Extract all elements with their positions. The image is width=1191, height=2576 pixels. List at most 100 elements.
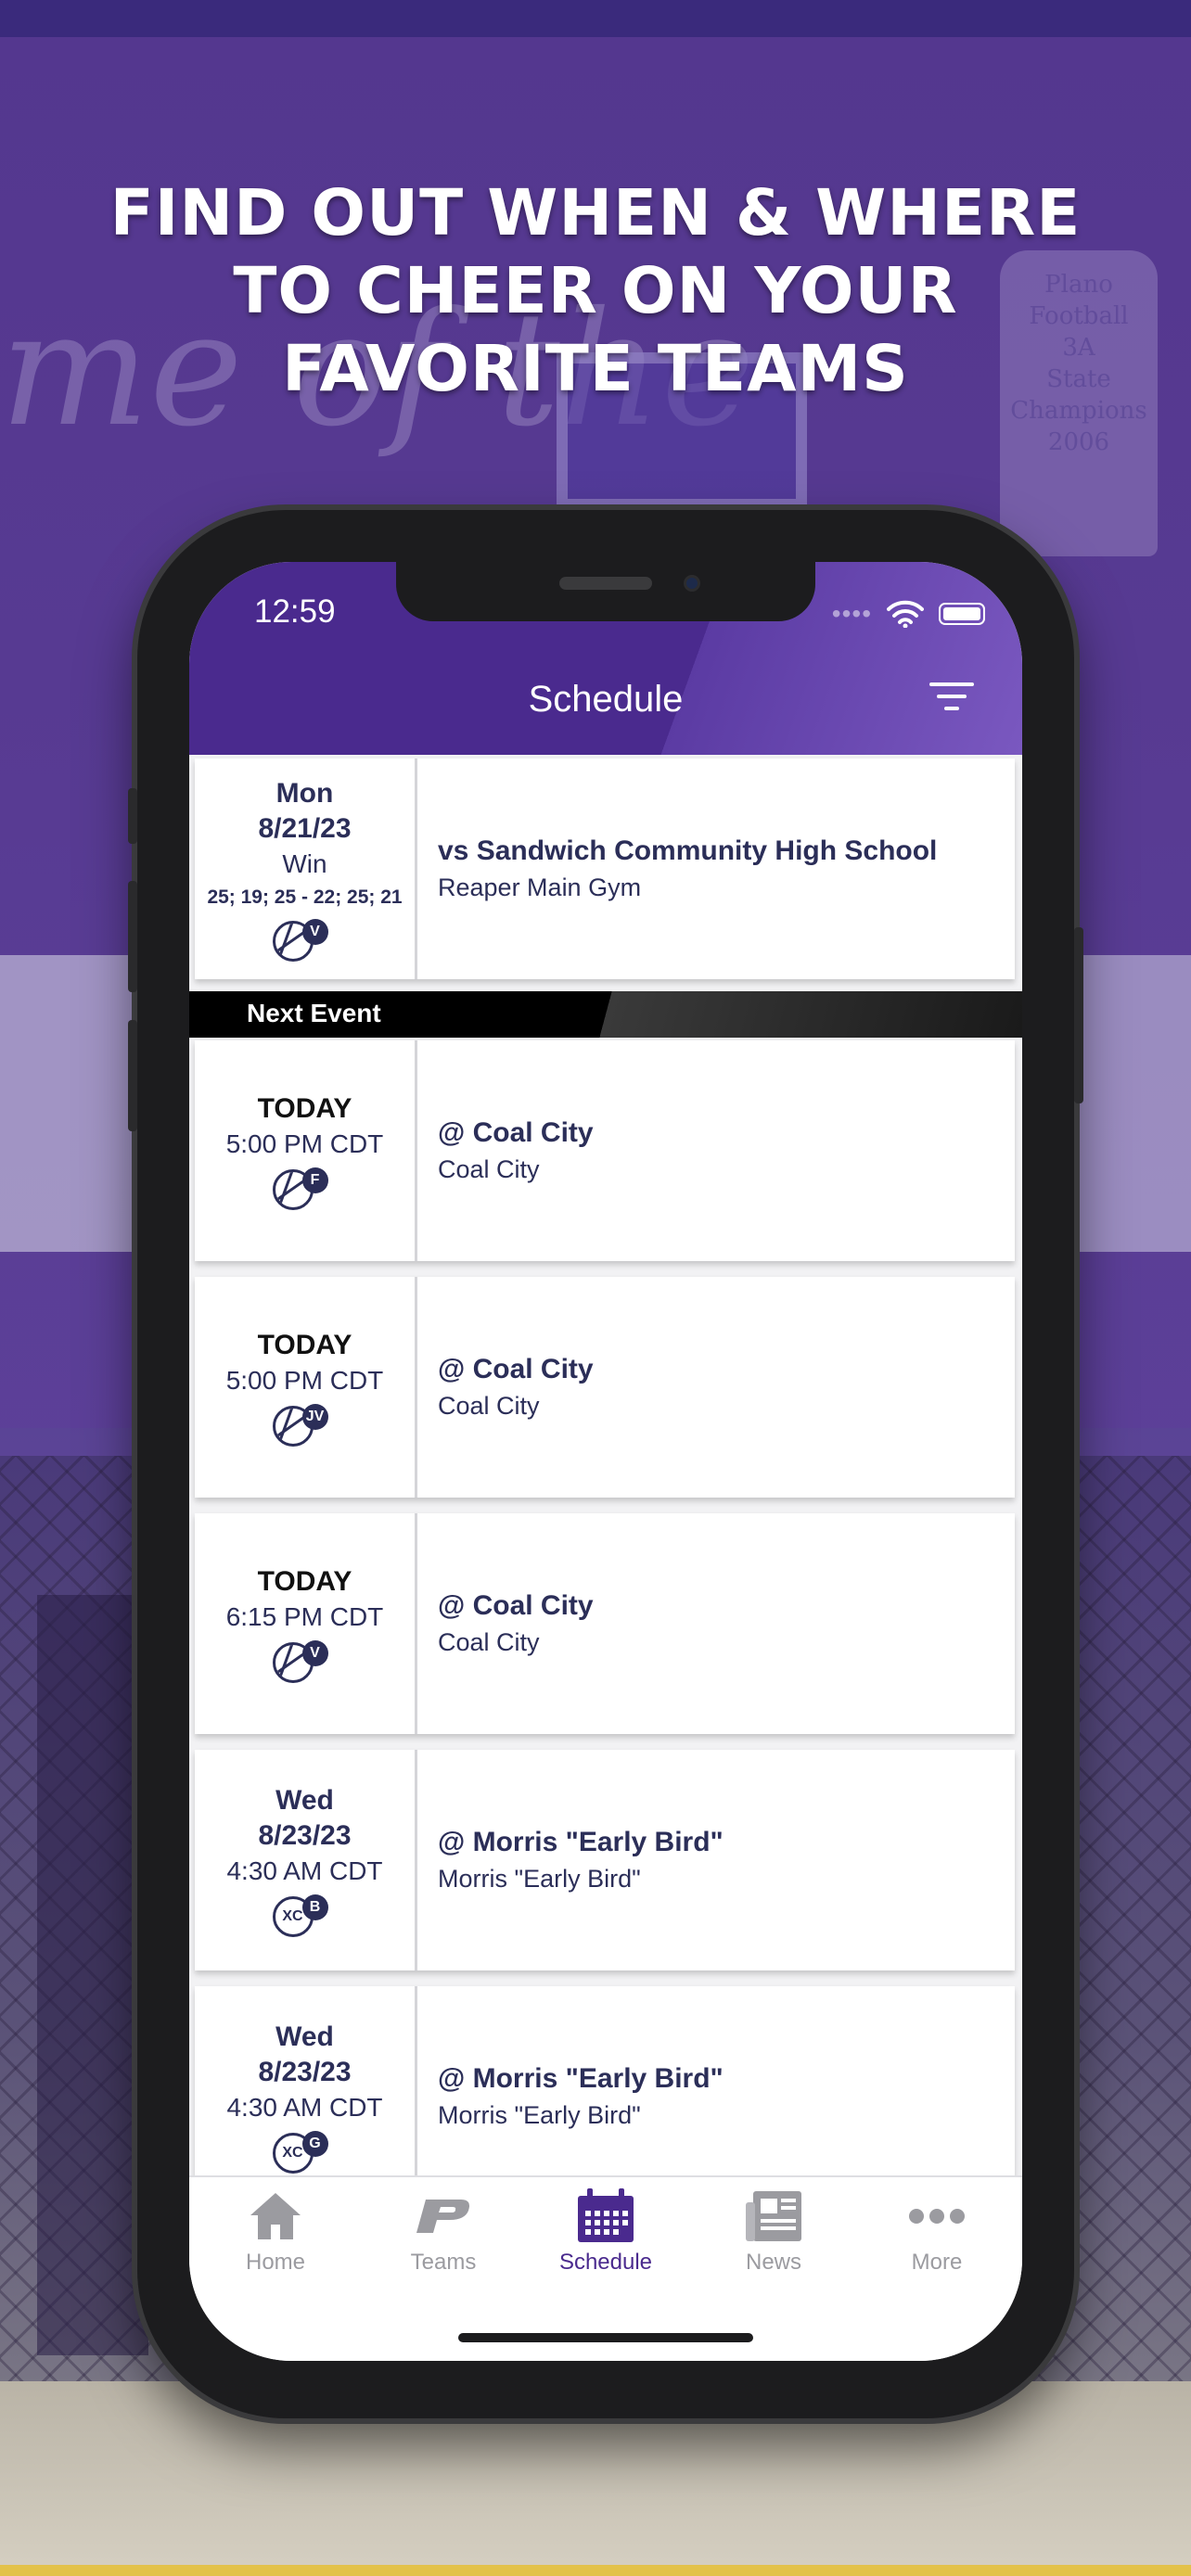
earpiece-speaker <box>559 577 652 590</box>
status-time: 12:59 <box>254 593 336 630</box>
event-title: @ Coal City <box>438 1590 594 1621</box>
event-day: Mon <box>275 778 334 809</box>
level-badge: V <box>301 1640 328 1666</box>
event-day: TODAY <box>257 1566 352 1597</box>
phone-silent-switch <box>128 788 137 844</box>
event-title: @ Morris "Early Bird" <box>438 1827 724 1857</box>
event-card[interactable]: Mon 8/21/23 Win 25; 19; 25 - 22; 25; 21 … <box>195 759 1015 979</box>
next-event-bar: Next Event <box>189 991 1022 1038</box>
signal-dots-icon: •••• <box>831 599 872 628</box>
event-card[interactable]: Wed 8/23/23 4:30 AM CDT XC B @ Morris "E… <box>195 1750 1015 1970</box>
event-title: @ Morris "Early Bird" <box>438 2063 724 2094</box>
event-score: 25; 19; 25 - 22; 25; 21 <box>207 886 403 908</box>
tab-teams[interactable]: Teams <box>374 2188 513 2276</box>
event-date-column: TODAY 5:00 PM CDT F <box>195 1040 417 1261</box>
event-card[interactable]: TODAY 5:00 PM CDT F @ Coal City Coal Cit… <box>195 1040 1015 1261</box>
tab-bar: Home Teams Schedule News More <box>189 2175 1022 2361</box>
event-time: 4:30 AM CDT <box>226 2093 383 2122</box>
event-info: @ Coal City Coal City <box>417 1277 1015 1498</box>
schedule-list[interactable]: Mon 8/21/23 Win 25; 19; 25 - 22; 25; 21 … <box>189 755 1022 2175</box>
tab-news[interactable]: News <box>704 2188 843 2276</box>
sport-badge: XC B <box>272 1894 338 1937</box>
app-screen: 12:59 •••• Schedule Mon 8/21/23 Win 25; … <box>189 562 1022 2361</box>
home-icon <box>206 2188 345 2244</box>
event-card[interactable]: TODAY 5:00 PM CDT JV @ Coal City Coal Ci… <box>195 1277 1015 1498</box>
battery-icon <box>939 603 985 625</box>
event-time: 5:00 PM CDT <box>225 1366 384 1395</box>
event-location: Coal City <box>438 1155 540 1183</box>
level-badge: B <box>301 1894 328 1920</box>
tab-label: Schedule <box>558 2250 653 2275</box>
event-time: 5:00 PM CDT <box>225 1129 384 1158</box>
tab-label: More <box>911 2250 963 2275</box>
background-yellow-line <box>0 2565 1191 2576</box>
phone-power-button <box>1074 927 1083 1103</box>
p-logo-icon <box>374 2188 513 2244</box>
page-title: Schedule <box>528 679 684 720</box>
event-date-column: Mon 8/21/23 Win 25; 19; 25 - 22; 25; 21 … <box>195 759 417 979</box>
event-location: Reaper Main Gym <box>438 874 642 901</box>
event-day: TODAY <box>257 1093 352 1124</box>
event-day: TODAY <box>257 1330 352 1360</box>
event-day: Wed <box>275 1785 334 1816</box>
tab-schedule[interactable]: Schedule <box>536 2188 675 2276</box>
headline-line-2: TO CHEER ON YOUR <box>233 254 958 328</box>
event-info: @ Coal City Coal City <box>417 1513 1015 1734</box>
event-info: @ Coal City Coal City <box>417 1040 1015 1261</box>
level-badge: JV <box>301 1404 328 1430</box>
event-info: @ Morris "Early Bird" Morris "Early Bird… <box>417 1750 1015 1970</box>
event-info: @ Morris "Early Bird" Morris "Early Bird… <box>417 1986 1015 2175</box>
sport-badge: F <box>272 1167 338 1210</box>
status-indicators: •••• <box>832 599 985 629</box>
next-event-label: Next Event <box>247 999 381 1027</box>
tab-home[interactable]: Home <box>206 2188 345 2276</box>
level-badge: F <box>301 1167 328 1193</box>
sport-badge: V <box>272 1640 338 1683</box>
phone-notch <box>396 562 815 621</box>
tab-more[interactable]: More <box>867 2188 1006 2276</box>
promo-headline: FIND OUT WHEN & WHERE TO CHEER ON YOUR F… <box>0 174 1191 408</box>
sport-badge: JV <box>272 1404 338 1447</box>
event-title: @ Coal City <box>438 1117 594 1148</box>
event-info: vs Sandwich Community High School Reaper… <box>417 759 1015 979</box>
event-result: Win <box>282 849 327 878</box>
more-dots-icon <box>867 2188 1006 2244</box>
sport-badge: XC G <box>272 2131 338 2174</box>
sport-badge: V <box>272 919 338 962</box>
event-date: 8/21/23 <box>258 813 352 844</box>
newspaper-icon <box>704 2188 843 2244</box>
level-badge: V <box>301 919 328 945</box>
event-location: Morris "Early Bird" <box>438 1865 641 1893</box>
calendar-icon <box>536 2188 675 2244</box>
phone-volume-down <box>128 1020 137 1131</box>
event-location: Coal City <box>438 1392 540 1420</box>
background-roof-band <box>0 0 1191 37</box>
event-card[interactable]: Wed 8/23/23 4:30 AM CDT XC G @ Morris "E… <box>195 1986 1015 2175</box>
event-date-column: TODAY 6:15 PM CDT V <box>195 1513 417 1734</box>
phone-volume-up <box>128 881 137 992</box>
event-date: 8/23/23 <box>258 1820 352 1851</box>
event-date-column: Wed 8/23/23 4:30 AM CDT XC B <box>195 1750 417 1970</box>
filter-lines-icon <box>929 682 974 686</box>
filter-button[interactable] <box>929 682 974 716</box>
background-door <box>37 1595 148 2355</box>
event-date: 8/23/23 <box>258 2057 352 2087</box>
event-title: @ Coal City <box>438 1354 594 1384</box>
tab-label: Home <box>245 2250 306 2275</box>
event-location: Morris "Early Bird" <box>438 2101 641 2129</box>
event-title: vs Sandwich Community High School <box>438 835 938 866</box>
front-camera <box>684 575 700 592</box>
event-card[interactable]: TODAY 6:15 PM CDT V @ Coal City Coal Cit… <box>195 1513 1015 1734</box>
tab-label: Teams <box>410 2250 477 2275</box>
event-day: Wed <box>275 2021 334 2052</box>
event-date-column: TODAY 5:00 PM CDT JV <box>195 1277 417 1498</box>
home-indicator[interactable] <box>458 2333 753 2342</box>
headline-line-3: FAVORITE TEAMS <box>282 332 909 406</box>
phone-frame: 12:59 •••• Schedule Mon 8/21/23 Win 25; … <box>128 510 1083 2418</box>
event-time: 6:15 PM CDT <box>225 1602 384 1631</box>
level-badge: G <box>301 2131 328 2157</box>
event-location: Coal City <box>438 1628 540 1656</box>
event-time: 4:30 AM CDT <box>226 1856 383 1885</box>
tab-label: News <box>745 2250 801 2275</box>
event-date-column: Wed 8/23/23 4:30 AM CDT XC G <box>195 1986 417 2175</box>
